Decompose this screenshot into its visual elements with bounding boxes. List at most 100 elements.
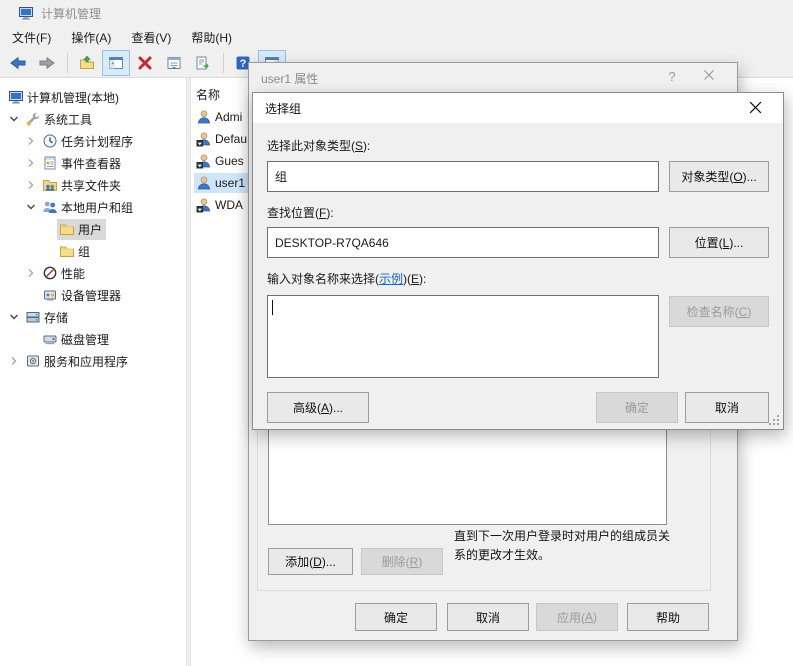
window-title: 计算机管理 bbox=[41, 5, 101, 22]
tree-item-label: 磁盘管理 bbox=[61, 331, 109, 348]
help-button[interactable]: 帮助 bbox=[627, 603, 709, 631]
event-viewer-icon bbox=[42, 155, 58, 171]
list-item-label: Defau bbox=[215, 132, 247, 146]
dialog-help-icon[interactable]: ? bbox=[661, 69, 683, 84]
chevron-collapsed-icon[interactable] bbox=[24, 266, 38, 280]
user-icon bbox=[196, 153, 212, 169]
tree-item-label: 本地用户和组 bbox=[61, 199, 133, 216]
object-names-label: 输入对象名称来选择(示例)(E): bbox=[267, 270, 426, 287]
export-list-icon bbox=[195, 55, 211, 71]
object-type-field[interactable]: 组 bbox=[267, 161, 659, 192]
tree-item-system-tools[interactable]: 系统工具 bbox=[0, 108, 186, 130]
tree-item-groups[interactable]: 组 bbox=[0, 240, 186, 262]
storage-icon bbox=[25, 309, 41, 325]
disk-icon bbox=[42, 331, 58, 347]
tree-item-disk-management[interactable]: 磁盘管理 bbox=[0, 328, 186, 350]
resize-grip[interactable] bbox=[769, 415, 779, 425]
tree-item-local-users-groups[interactable]: 本地用户和组 bbox=[0, 196, 186, 218]
properties-button[interactable] bbox=[160, 50, 188, 76]
location-field[interactable]: DESKTOP-R7QA646 bbox=[267, 227, 659, 258]
shared-folders-icon bbox=[42, 177, 58, 193]
select-dialog-titlebar[interactable]: 选择组 bbox=[253, 93, 783, 123]
chevron-expanded-icon[interactable] bbox=[7, 112, 21, 126]
delete-button[interactable] bbox=[131, 50, 159, 76]
chevron-collapsed-icon[interactable] bbox=[24, 156, 38, 170]
device-manager-icon bbox=[42, 287, 58, 303]
cancel-button[interactable]: 取消 bbox=[447, 603, 529, 631]
membership-note: 直到下一次用户登录时对用户的组成员关 系的更改才生效。 bbox=[454, 527, 714, 565]
tree-item-label: 共享文件夹 bbox=[61, 177, 121, 194]
dialog-close-icon[interactable] bbox=[703, 69, 725, 81]
select-dialog-title: 选择组 bbox=[265, 100, 301, 117]
export-list-button[interactable] bbox=[189, 50, 217, 76]
tree-item-label: 事件查看器 bbox=[61, 155, 121, 172]
computer-management-app-icon bbox=[18, 5, 34, 21]
folder-icon bbox=[59, 221, 75, 237]
tree-item-users[interactable]: 用户 bbox=[0, 218, 186, 240]
console-tree-panel: 计算机管理(本地) 系统工具任务计划程序事件查看器共享文件夹本地用户和组用户组性能… bbox=[0, 78, 187, 666]
advanced-button[interactable]: 高级(A)... bbox=[267, 392, 369, 423]
computer-icon bbox=[8, 89, 24, 105]
forward-icon bbox=[38, 55, 56, 71]
tree-item-label: 组 bbox=[78, 243, 90, 260]
menu-item-action[interactable]: 操作(A) bbox=[61, 27, 121, 48]
object-type-label: 选择此对象类型(S): bbox=[267, 137, 370, 154]
add-button[interactable]: 添加(D)... bbox=[268, 548, 353, 575]
locations-button[interactable]: 位置(L)... bbox=[669, 227, 769, 258]
tree-item-label: 计算机管理(本地) bbox=[27, 89, 119, 106]
examples-link[interactable]: 示例 bbox=[379, 272, 403, 286]
toolbar-separator bbox=[67, 53, 68, 73]
list-item-label: WDA bbox=[215, 198, 243, 212]
show-console-tree-button[interactable] bbox=[102, 50, 130, 76]
tree-item-label: 服务和应用程序 bbox=[44, 353, 128, 370]
user-icon bbox=[196, 175, 212, 191]
tree-item-performance[interactable]: 性能 bbox=[0, 262, 186, 284]
location-label: 查找位置(F): bbox=[267, 204, 334, 221]
tree-item-task-scheduler[interactable]: 任务计划程序 bbox=[0, 130, 186, 152]
task-scheduler-icon bbox=[42, 133, 58, 149]
close-icon[interactable] bbox=[749, 101, 771, 114]
folder-up-icon bbox=[79, 55, 95, 71]
list-item-label: Admi bbox=[215, 110, 242, 124]
tree-item-services-apps[interactable]: 服务和应用程序 bbox=[0, 350, 186, 372]
tree-item-computer-management[interactable]: 计算机管理(本地) bbox=[0, 86, 186, 108]
list-item-label: Gues bbox=[215, 154, 244, 168]
up-level-button[interactable] bbox=[73, 50, 101, 76]
tree-item-storage[interactable]: 存储 bbox=[0, 306, 186, 328]
object-names-input[interactable] bbox=[267, 295, 659, 378]
menu-item-file[interactable]: 文件(F) bbox=[2, 27, 61, 48]
chevron-expanded-icon[interactable] bbox=[7, 310, 21, 324]
console-tree-icon bbox=[108, 55, 124, 71]
check-names-button: 检查名称(C) bbox=[669, 296, 769, 327]
tree-item-event-viewer[interactable]: 事件查看器 bbox=[0, 152, 186, 174]
tree-item-shared-folders[interactable]: 共享文件夹 bbox=[0, 174, 186, 196]
chevron-expanded-icon[interactable] bbox=[24, 200, 38, 214]
chevron-collapsed-icon[interactable] bbox=[7, 354, 21, 368]
props-dialog-title: user1 属性 bbox=[261, 70, 318, 87]
back-button[interactable] bbox=[4, 50, 32, 76]
chevron-collapsed-icon[interactable] bbox=[24, 178, 38, 192]
forward-button[interactable] bbox=[33, 50, 61, 76]
tree-item-label: 用户 bbox=[78, 221, 102, 238]
menu-item-view[interactable]: 查看(V) bbox=[121, 27, 181, 48]
window-titlebar: 计算机管理 bbox=[0, 0, 793, 26]
tree-item-device-manager[interactable]: 设备管理器 bbox=[0, 284, 186, 306]
user-icon bbox=[196, 109, 212, 125]
folder-icon bbox=[59, 243, 75, 259]
menu-item-help[interactable]: 帮助(H) bbox=[181, 27, 242, 48]
cancel-button[interactable]: 取消 bbox=[685, 392, 769, 423]
text-caret bbox=[272, 300, 273, 315]
select-groups-dialog: 选择组 选择此对象类型(S): 组 对象类型(O)... 查找位置(F): DE… bbox=[252, 92, 784, 430]
object-types-button[interactable]: 对象类型(O)... bbox=[669, 161, 769, 192]
back-icon bbox=[9, 55, 27, 71]
services-icon bbox=[25, 353, 41, 369]
user-icon bbox=[196, 197, 212, 213]
menubar: 文件(F)操作(A)查看(V)帮助(H) bbox=[0, 26, 793, 48]
performance-icon bbox=[42, 265, 58, 281]
tree-item-label: 性能 bbox=[61, 265, 85, 282]
props-dialog-titlebar[interactable]: user1 属性 ? bbox=[249, 63, 737, 93]
local-users-icon bbox=[42, 199, 58, 215]
svg-text:?: ? bbox=[240, 58, 247, 70]
ok-button[interactable]: 确定 bbox=[355, 603, 437, 631]
chevron-collapsed-icon[interactable] bbox=[24, 134, 38, 148]
